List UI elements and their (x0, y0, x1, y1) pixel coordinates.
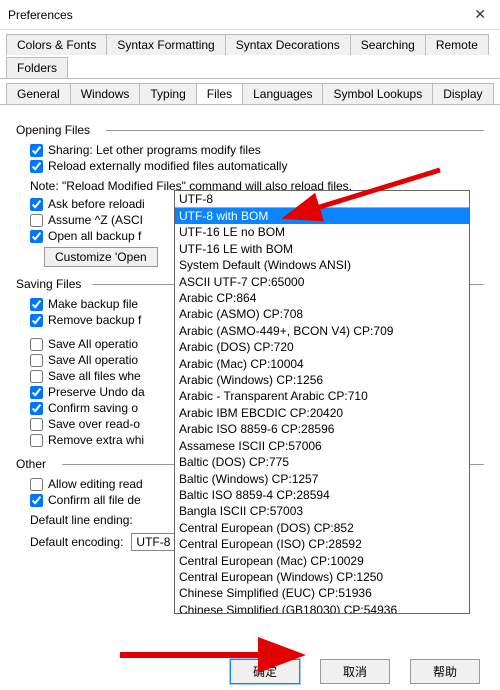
tab-typing[interactable]: Typing (139, 83, 196, 104)
lbl-confirm-all: Confirm all file de (48, 493, 141, 507)
encoding-option[interactable]: Chinese Simplified (GB18030) CP:54936 (175, 602, 469, 613)
encoding-option[interactable]: Assamese ISCII CP:57006 (175, 438, 469, 454)
encoding-option[interactable]: Arabic (ASMO-449+, BCON V4) CP:709 (175, 323, 469, 339)
encoding-option[interactable]: Arabic IBM EBCDIC CP:20420 (175, 405, 469, 421)
lbl-remove-backup: Remove backup f (48, 313, 141, 327)
lbl-make-backup: Make backup file (48, 297, 138, 311)
lbl-allow-edit: Allow editing read (48, 477, 143, 491)
encoding-dropdown-edit[interactable]: UTF-8 (175, 191, 469, 208)
chk-save-all-b[interactable] (30, 354, 43, 367)
encoding-option[interactable]: Arabic (ASMO) CP:708 (175, 306, 469, 322)
encoding-dropdown[interactable]: UTF-8 UTF-8 with BOMUTF-16 LE no BOMUTF-… (174, 190, 470, 614)
chk-ask-before[interactable] (30, 198, 43, 211)
encoding-option[interactable]: Arabic - Transparent Arabic CP:710 (175, 388, 469, 404)
chk-save-all-files[interactable] (30, 370, 43, 383)
encoding-option[interactable]: Arabic (DOS) CP:720 (175, 339, 469, 355)
encoding-option[interactable]: Baltic (Windows) CP:1257 (175, 471, 469, 487)
tab-colors-fonts[interactable]: Colors & Fonts (6, 34, 107, 55)
help-button[interactable]: 帮助 (410, 659, 480, 684)
tab-remote[interactable]: Remote (425, 34, 489, 55)
lbl-sharing: Sharing: Let other programs modify files (48, 143, 261, 157)
window-title: Preferences (8, 8, 468, 22)
customize-open-button[interactable]: Customize 'Open (44, 247, 158, 267)
tab-files[interactable]: Files (196, 83, 243, 104)
lbl-save-all-files: Save all files whe (48, 369, 141, 383)
encoding-option[interactable]: Central European (DOS) CP:852 (175, 520, 469, 536)
tab-general[interactable]: General (6, 83, 71, 104)
tab-row-2: GeneralWindowsTypingFilesLanguagesSymbol… (0, 79, 500, 105)
tab-symbol-lookups[interactable]: Symbol Lookups (322, 83, 433, 104)
lbl-save-all-a: Save All operatio (48, 337, 138, 351)
encoding-dropdown-list[interactable]: UTF-8 with BOMUTF-16 LE no BOMUTF-16 LE … (175, 208, 469, 613)
lbl-def-enc: Default encoding: (30, 535, 123, 549)
chk-preserve-undo[interactable] (30, 386, 43, 399)
chk-sharing[interactable] (30, 144, 43, 157)
encoding-option[interactable]: Arabic CP:864 (175, 290, 469, 306)
chk-reload-ext[interactable] (30, 160, 43, 173)
lbl-reload-ext: Reload externally modified files automat… (48, 159, 287, 173)
tab-syntax-decorations[interactable]: Syntax Decorations (225, 34, 351, 55)
chk-remove-backup[interactable] (30, 314, 43, 327)
encoding-option[interactable]: UTF-8 with BOM (175, 208, 469, 224)
ok-button[interactable]: 确定 (230, 659, 300, 684)
chk-allow-edit[interactable] (30, 478, 43, 491)
cancel-button[interactable]: 取消 (320, 659, 390, 684)
encoding-option[interactable]: System Default (Windows ANSI) (175, 257, 469, 273)
tab-languages[interactable]: Languages (242, 83, 323, 104)
tab-windows[interactable]: Windows (70, 83, 141, 104)
encoding-option[interactable]: Baltic ISO 8859-4 CP:28594 (175, 487, 469, 503)
lbl-remove-extra: Remove extra whi (48, 433, 144, 447)
tab-folders[interactable]: Folders (6, 57, 68, 78)
encoding-option[interactable]: Central European (ISO) CP:28592 (175, 536, 469, 552)
chk-make-backup[interactable] (30, 298, 43, 311)
tab-syntax-formatting[interactable]: Syntax Formatting (106, 34, 225, 55)
lbl-open-backup: Open all backup f (48, 229, 141, 243)
chk-confirm-all[interactable] (30, 494, 43, 507)
encoding-option[interactable]: Arabic (Mac) CP:10004 (175, 356, 469, 372)
lbl-confirm-saving: Confirm saving o (48, 401, 138, 415)
close-icon[interactable]: ✕ (468, 6, 492, 23)
encoding-option[interactable]: UTF-16 LE with BOM (175, 241, 469, 257)
encoding-option[interactable]: Baltic (DOS) CP:775 (175, 454, 469, 470)
encoding-option[interactable]: Central European (Mac) CP:10029 (175, 553, 469, 569)
chk-save-over-ro[interactable] (30, 418, 43, 431)
lbl-ask-before: Ask before reloadi (48, 197, 145, 211)
encoding-option[interactable]: Bangla ISCII CP:57003 (175, 503, 469, 519)
chk-confirm-saving[interactable] (30, 402, 43, 415)
lbl-preserve-undo: Preserve Undo da (48, 385, 145, 399)
lbl-def-line: Default line ending: (30, 513, 133, 527)
group-opening: Opening Files (16, 123, 484, 137)
tab-row-1: Colors & FontsSyntax FormattingSyntax De… (0, 30, 500, 79)
encoding-option[interactable]: Arabic (Windows) CP:1256 (175, 372, 469, 388)
tab-searching[interactable]: Searching (350, 34, 426, 55)
chk-remove-extra[interactable] (30, 434, 43, 447)
lbl-save-all-b: Save All operatio (48, 353, 138, 367)
lbl-save-over-ro: Save over read-o (48, 417, 140, 431)
encoding-option[interactable]: Chinese Simplified (EUC) CP:51936 (175, 585, 469, 601)
lbl-assume-z: Assume ^Z (ASCI (48, 213, 143, 227)
chk-assume-z[interactable] (30, 214, 43, 227)
chk-open-backup[interactable] (30, 230, 43, 243)
encoding-option[interactable]: Central European (Windows) CP:1250 (175, 569, 469, 585)
tab-display[interactable]: Display (432, 83, 493, 104)
encoding-option[interactable]: ASCII UTF-7 CP:65000 (175, 274, 469, 290)
encoding-option[interactable]: Arabic ISO 8859-6 CP:28596 (175, 421, 469, 437)
chk-save-all-a[interactable] (30, 338, 43, 351)
encoding-option[interactable]: UTF-16 LE no BOM (175, 224, 469, 240)
